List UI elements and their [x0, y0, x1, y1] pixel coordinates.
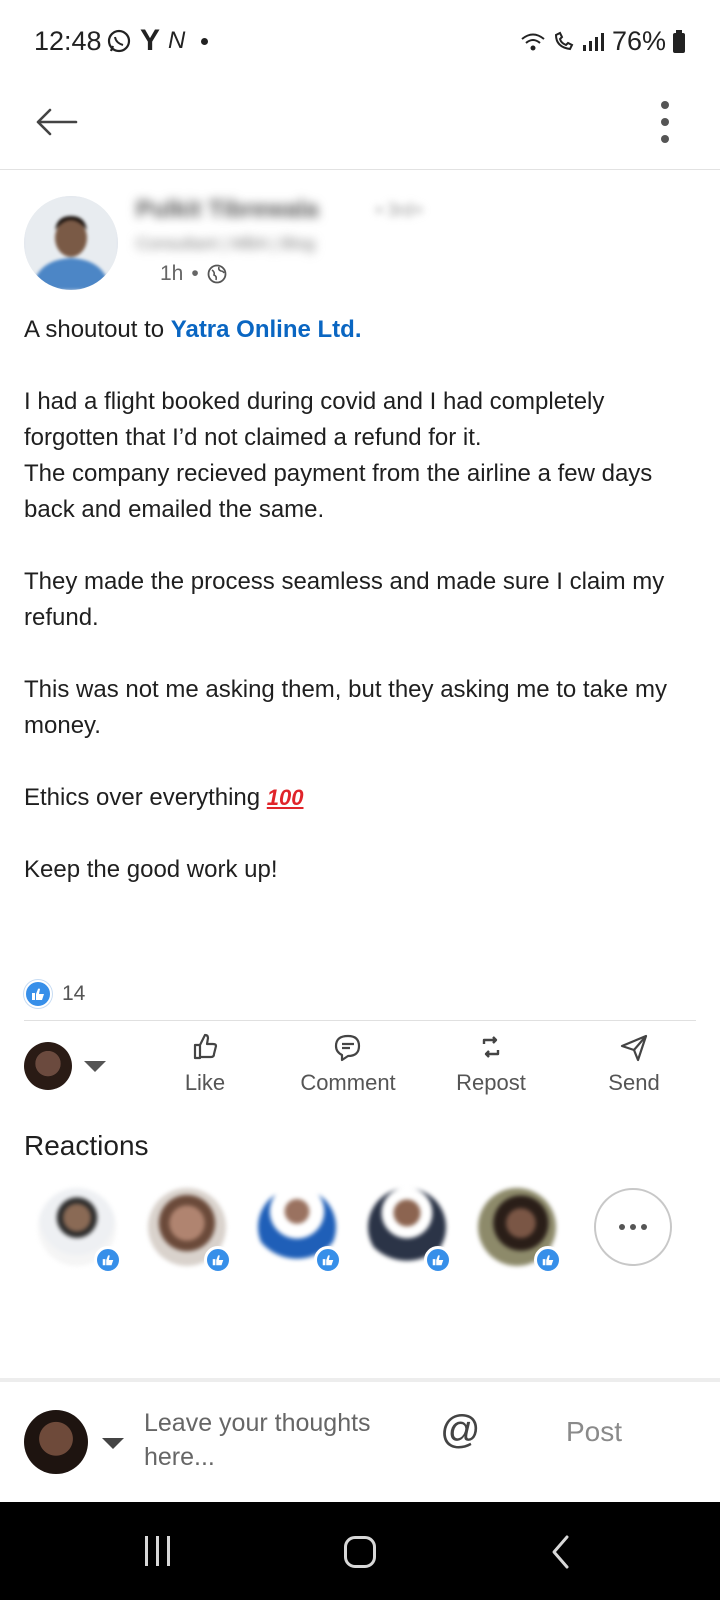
post-meta: 1h •	[160, 262, 227, 286]
top-bar	[0, 78, 720, 170]
comment-icon	[334, 1034, 361, 1062]
battery-icon	[673, 29, 685, 53]
globe-icon	[207, 264, 227, 284]
author-headline: Consultant | MBA | Blog	[136, 234, 315, 253]
author-degree: • 3rd+	[376, 200, 424, 220]
recent-apps-icon[interactable]	[145, 1536, 170, 1566]
battery-percent: 76%	[611, 26, 666, 56]
post-comment-button[interactable]: Post	[566, 1416, 622, 1448]
post-author[interactable]: Pulkit Tibrewala • 3rd+ Consultant | MBA…	[24, 196, 696, 296]
company-mention-link[interactable]: Yatra Online Ltd.	[171, 316, 362, 343]
status-right: 76%	[520, 26, 686, 57]
reactor-avatar[interactable]	[38, 1188, 122, 1274]
actor-switcher[interactable]	[24, 1042, 106, 1090]
comment-button[interactable]: Comment	[283, 1032, 413, 1096]
repost-icon	[482, 1036, 500, 1058]
meta-separator: •	[191, 262, 199, 285]
reactor-avatar[interactable]	[368, 1188, 452, 1274]
reactor-avatar[interactable]	[258, 1188, 342, 1274]
post-paragraph: Ethics over everything 100	[24, 784, 304, 811]
back-button[interactable]	[30, 96, 82, 148]
reactor-avatar[interactable]	[148, 1188, 232, 1274]
reactors-list	[38, 1188, 688, 1288]
send-label: Send	[608, 1070, 660, 1095]
status-time: 12:48	[34, 26, 102, 56]
post-body: A shoutout to Yatra Online Ltd. I had a …	[24, 312, 700, 924]
status-app-icons: Y N	[106, 24, 209, 58]
more-reactions-button[interactable]	[594, 1188, 672, 1266]
post-paragraph: They made the process seamless and made …	[24, 568, 665, 631]
repost-label: Repost	[456, 1070, 526, 1095]
wifi-call-icon	[554, 31, 574, 50]
app-n-icon: N	[168, 27, 186, 54]
like-button[interactable]: Like	[140, 1032, 270, 1096]
send-button[interactable]: Send	[569, 1032, 699, 1096]
actor-avatar	[24, 1042, 72, 1090]
app-y-icon: Y	[140, 24, 161, 57]
like-reaction-icon	[204, 1246, 232, 1274]
post-intro: A shoutout to Yatra Online Ltd.	[24, 316, 362, 343]
like-reaction-icon	[314, 1246, 342, 1274]
comment-label: Comment	[300, 1070, 396, 1095]
like-reaction-icon	[94, 1246, 122, 1274]
post-time: 1h	[160, 262, 184, 285]
comment-input[interactable]: Leave your thoughts here...	[144, 1406, 414, 1474]
whatsapp-icon	[107, 29, 131, 53]
reactions-heading: Reactions	[24, 1130, 149, 1161]
divider	[24, 1020, 696, 1021]
reactor-avatar[interactable]	[478, 1188, 562, 1274]
like-reaction-icon	[424, 1246, 452, 1274]
like-label: Like	[184, 1070, 226, 1095]
post-paragraph: I had a flight booked during covid and I…	[24, 388, 653, 523]
send-icon	[620, 1034, 648, 1062]
post-paragraph: Keep the good work up!	[24, 856, 278, 883]
status-bar: 12:48 Y N 76%	[0, 0, 720, 78]
like-reaction-icon	[534, 1246, 562, 1274]
home-icon[interactable]	[344, 1536, 376, 1568]
reaction-count: 14	[62, 982, 86, 1005]
reaction-summary[interactable]: 14	[24, 980, 85, 1008]
wifi-icon	[521, 33, 545, 50]
thumbs-up-icon	[193, 1033, 218, 1060]
like-reaction-icon	[24, 980, 52, 1008]
author-avatar[interactable]	[24, 196, 118, 290]
chevron-down-icon	[84, 1060, 106, 1072]
hundred-points-emoji-icon: 100	[266, 785, 304, 810]
system-nav-bar	[0, 1502, 720, 1600]
action-bar: Like Comment Repost Send	[0, 1030, 720, 1110]
comment-composer: Leave your thoughts here... @ Post	[0, 1382, 720, 1502]
chevron-down-icon[interactable]	[102, 1438, 124, 1449]
nav-back-icon[interactable]	[550, 1534, 570, 1570]
commenter-avatar[interactable]	[24, 1410, 88, 1474]
author-name[interactable]: Pulkit Tibrewala	[136, 196, 366, 223]
more-options-icon[interactable]	[650, 92, 680, 152]
signal-icon	[582, 32, 604, 51]
notification-dot-icon	[201, 37, 209, 45]
mention-at-button[interactable]: @	[440, 1408, 481, 1453]
repost-button[interactable]: Repost	[426, 1032, 556, 1096]
post-paragraph: This was not me asking them, but they as…	[24, 676, 667, 739]
arrow-left-icon	[36, 108, 78, 136]
